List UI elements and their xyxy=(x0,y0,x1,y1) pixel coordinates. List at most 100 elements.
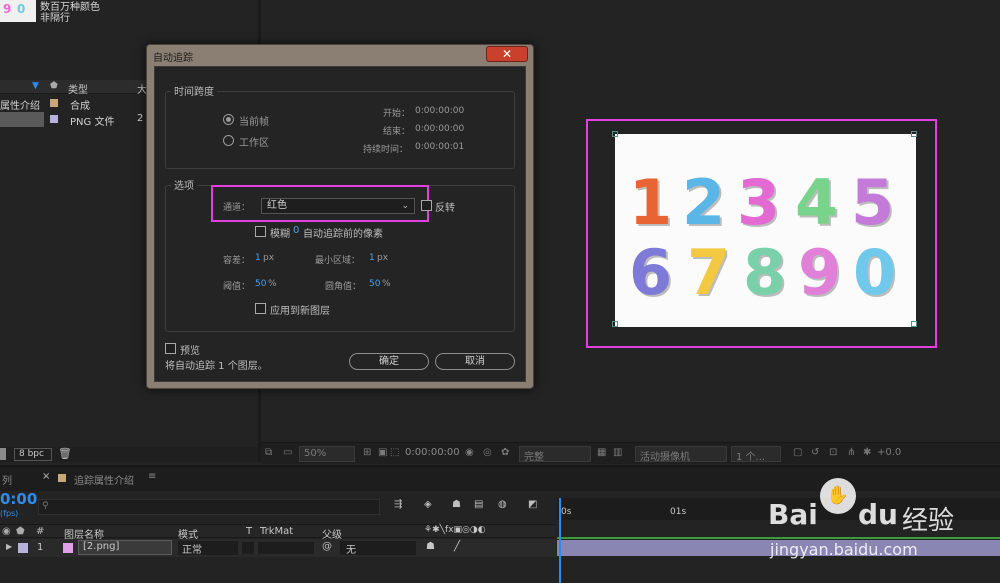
region-of-interest-icon[interactable]: ⬚ xyxy=(390,447,399,458)
grid-icon[interactable]: ⊞ xyxy=(363,447,371,458)
footage-info-interlace: 非隔行 xyxy=(40,13,70,24)
tab-comp[interactable]: 追踪属性介绍 xyxy=(74,472,134,487)
dialog-titlebar[interactable]: 自动追踪 ✕ xyxy=(147,45,533,65)
shy-layers-icon[interactable]: ☗ xyxy=(452,499,461,510)
column-type[interactable]: 类型 xyxy=(68,81,88,96)
current-time-indicator[interactable] xyxy=(559,498,561,583)
comp-color-swatch xyxy=(58,474,66,482)
always-preview-icon[interactable]: ⧉ xyxy=(265,447,272,458)
av-features-icon[interactable]: ◉ xyxy=(2,526,11,537)
current-time[interactable]: 0:00:00:00 xyxy=(405,447,460,458)
start-label: 开始： xyxy=(383,109,411,119)
transparency-grid-icon[interactable]: ▦ xyxy=(597,447,606,458)
options-title: 选项 xyxy=(171,177,197,192)
watermark-cn: 经验 xyxy=(902,506,955,536)
comp-mini-flowchart-icon[interactable]: ⇶ xyxy=(394,499,402,510)
layer-label-color[interactable] xyxy=(18,543,28,553)
preview-label[interactable]: 预览 xyxy=(180,342,200,357)
motion-blur-icon[interactable]: ◍ xyxy=(498,499,507,510)
shy-switch-icon[interactable]: ☗ xyxy=(426,541,435,552)
radio-work-area[interactable] xyxy=(223,135,234,146)
preview-checkbox[interactable] xyxy=(165,343,176,354)
exposure-value[interactable]: +0.0 xyxy=(877,447,901,458)
reset-exposure-icon[interactable]: ↺ xyxy=(811,447,819,458)
search-icon: ⚲ xyxy=(42,501,49,511)
end-label: 结束： xyxy=(383,127,411,137)
current-frame-label[interactable]: 当前帧 xyxy=(239,113,269,128)
column-t[interactable]: T xyxy=(246,526,252,537)
resolution-select[interactable]: 完整 xyxy=(519,446,591,463)
column-trkmat[interactable]: TrkMat xyxy=(260,526,293,537)
watermark-brand: Bai xyxy=(768,498,818,531)
zoom-select[interactable]: 50% xyxy=(299,446,355,462)
threshold-value[interactable]: 50 xyxy=(255,279,266,289)
frame-blending-icon[interactable]: ▤ xyxy=(474,499,483,510)
views-select[interactable]: 1 个... xyxy=(731,446,781,463)
layer-mode-select[interactable]: 正常 xyxy=(178,541,238,556)
pick-whip-icon[interactable]: @ xyxy=(322,541,332,552)
project-item-comp[interactable]: 属性介绍 合成 xyxy=(0,96,146,112)
fast-preview-icon[interactable]: ▥ xyxy=(613,447,622,458)
sort-arrow-icon[interactable]: ▼ xyxy=(32,81,39,91)
invert-label[interactable]: 反转 xyxy=(435,199,455,214)
tab-menu-icon[interactable]: ≡ xyxy=(148,471,156,482)
watermark-url: jingyan.baidu.com xyxy=(770,540,918,559)
layer-number: 1 xyxy=(37,542,44,553)
ok-button[interactable]: 确定 xyxy=(349,353,429,370)
paw-icon: ✋ xyxy=(820,478,856,514)
work-area-label[interactable]: 工作区 xyxy=(239,134,269,149)
parent-select[interactable]: 无 xyxy=(340,541,416,556)
blur-label[interactable]: 模糊 xyxy=(270,225,290,240)
cancel-button[interactable]: 取消 xyxy=(435,353,515,370)
toggle-pixel-icon[interactable]: ▢ xyxy=(793,447,802,458)
tolerance-value[interactable]: 1 xyxy=(255,253,261,263)
label-color-swatch[interactable] xyxy=(50,115,58,123)
preserve-transparency-toggle[interactable] xyxy=(242,542,254,554)
blur-value[interactable]: 0 xyxy=(293,225,299,236)
ruler-01s: 01s xyxy=(670,507,687,517)
graph-editor-icon[interactable]: ◩ xyxy=(528,499,537,510)
quality-switch-icon[interactable]: ╱ xyxy=(454,541,460,552)
new-layer-checkbox[interactable] xyxy=(255,303,266,314)
show-snapshot-icon[interactable]: ◎ xyxy=(483,447,492,458)
timeline-icon[interactable]: ⊡ xyxy=(829,447,837,458)
interpret-footage-icon[interactable] xyxy=(0,448,6,460)
camera-select[interactable]: 活动摄像机 xyxy=(635,446,727,463)
corner-label: 圆角值： xyxy=(325,282,362,292)
layer-name-field[interactable]: [2.png] xyxy=(78,540,172,555)
channel-icon[interactable]: ✿ xyxy=(501,447,509,458)
trkmat-select[interactable] xyxy=(258,542,314,554)
corner-value[interactable]: 50 xyxy=(369,279,380,289)
radio-current-frame[interactable] xyxy=(223,114,234,125)
tab-render-queue[interactable]: 列 xyxy=(2,472,12,487)
close-tab-icon[interactable]: × xyxy=(42,471,50,482)
column-number[interactable]: # xyxy=(36,526,44,537)
bit-depth-button[interactable]: 8 bpc xyxy=(14,448,52,461)
new-layer-label[interactable]: 应用到新图层 xyxy=(270,302,330,317)
flowchart-icon[interactable]: ⋔ xyxy=(847,447,855,458)
highlight-frame-channel xyxy=(211,185,429,222)
timeline-layer-row[interactable]: ▶ 1 [2.png] 正常 @ 无 ☗ ╱ xyxy=(0,539,556,557)
switches-icons[interactable]: ⚘✱╲fx▣◎◑◐ xyxy=(424,525,486,535)
label-tag-icon[interactable]: ⬟ xyxy=(16,526,25,537)
monitor-icon[interactable]: ▭ xyxy=(283,447,292,458)
label-tag-icon[interactable]: ⬟ xyxy=(50,81,58,91)
blur-checkbox[interactable] xyxy=(255,226,266,237)
baidu-watermark: Bai ✋ du 经验 jingyan.baidu.com xyxy=(768,478,1000,568)
trash-icon[interactable]: 🗑 xyxy=(58,447,72,460)
label-color-swatch[interactable] xyxy=(50,99,58,107)
mask-visibility-icon[interactable]: ▣ xyxy=(378,447,387,458)
expand-layer-icon[interactable]: ▶ xyxy=(6,542,12,551)
snapshot-icon[interactable]: ◉ xyxy=(465,447,474,458)
close-icon[interactable]: ✕ xyxy=(486,46,528,62)
corner-unit: % xyxy=(382,279,391,289)
draft-3d-icon[interactable]: ◈ xyxy=(424,499,432,510)
min-area-value[interactable]: 1 xyxy=(369,253,375,263)
exposure-icon[interactable]: ✱ xyxy=(863,447,871,458)
timeline-timecode[interactable]: 0:00 xyxy=(0,490,37,508)
threshold-label: 阈值： xyxy=(223,282,251,292)
invert-checkbox[interactable] xyxy=(421,200,432,211)
timeline-search-input[interactable]: ⚲ xyxy=(38,499,380,515)
item-type: 合成 xyxy=(70,101,90,112)
project-item-png[interactable]: PNG 文件 2 xyxy=(0,112,146,128)
